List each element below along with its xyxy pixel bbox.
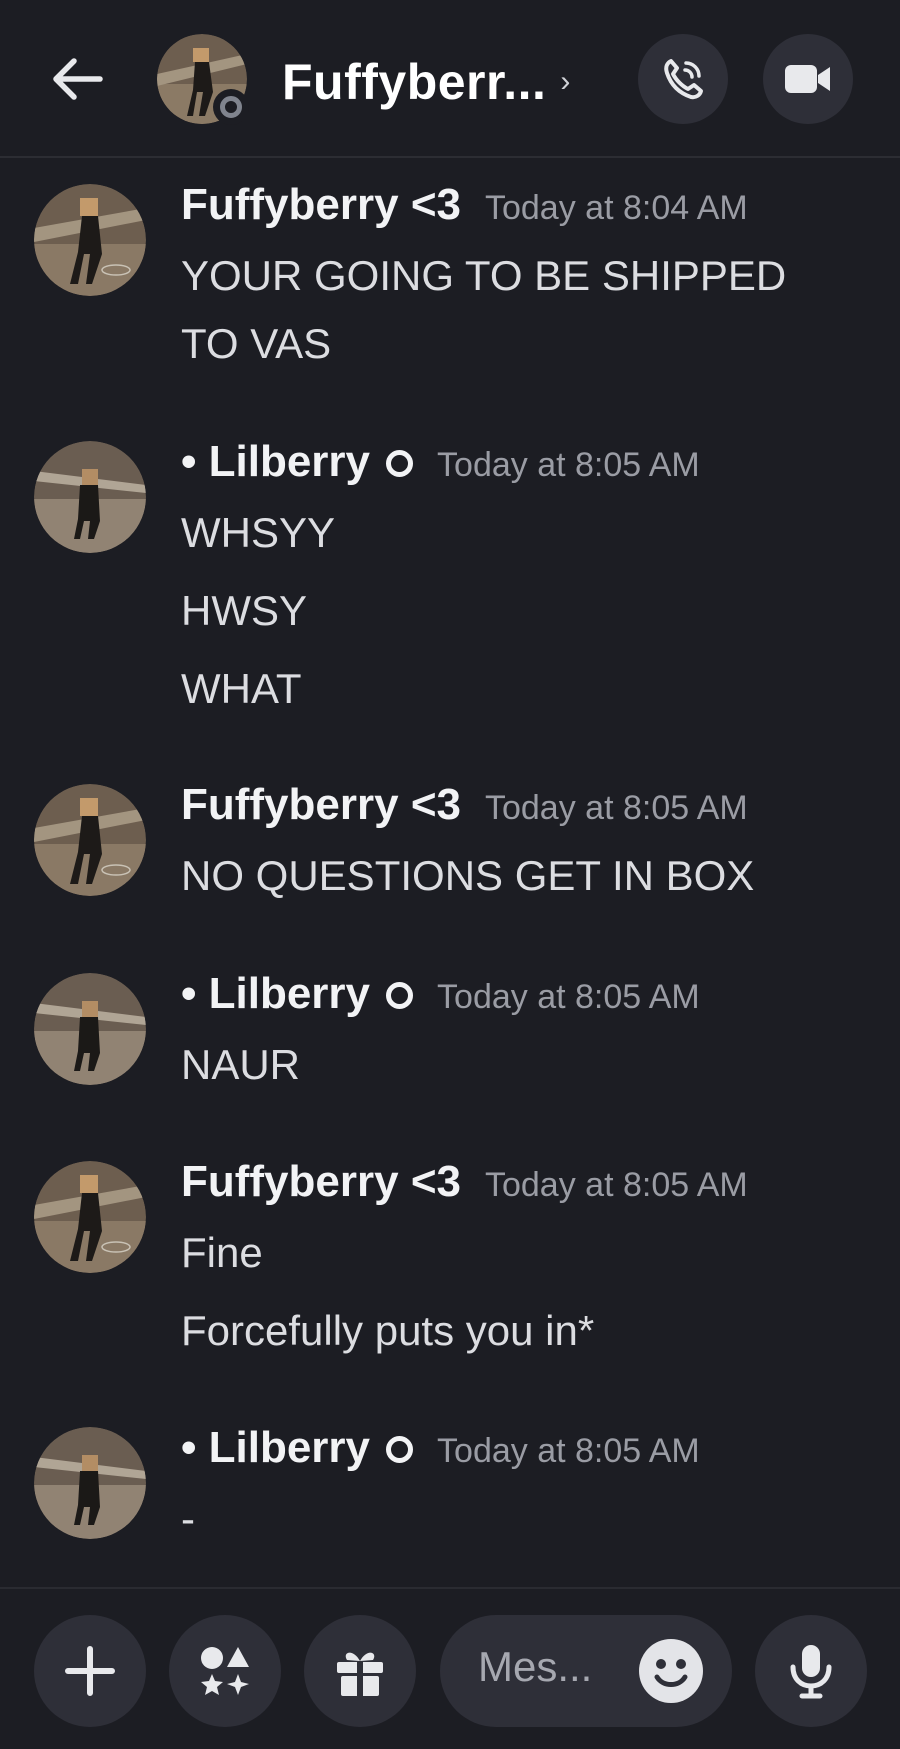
message-text[interactable]: Fine [181, 1229, 263, 1277]
composer-bar: Mes... [0, 1587, 900, 1749]
message-text[interactable]: NO QUESTIONS GET IN BOX [181, 852, 754, 900]
author-name[interactable]: Fuffyberry <3 [181, 780, 461, 830]
message-header: Fuffyberry <3 Today at 8:05 AM [181, 780, 748, 840]
add-attachment-button[interactable] [34, 1615, 146, 1727]
emoji-smile-icon [654, 1659, 688, 1687]
message-text[interactable]: HWSY [181, 587, 307, 635]
plus-icon [65, 1646, 115, 1696]
channel-title: Fuffyberr... [282, 54, 547, 110]
message-timestamp: Today at 8:05 AM [484, 1166, 748, 1204]
author-name[interactable]: Fuffyberry <3 [181, 180, 461, 230]
video-call-button[interactable] [763, 34, 853, 124]
chevron-right-icon: › [560, 65, 571, 98]
gift-icon [337, 1652, 383, 1696]
author-name[interactable]: • Lilberry [181, 437, 370, 487]
apps-button[interactable] [169, 1615, 281, 1727]
ring-icon [386, 1436, 414, 1463]
message-timestamp: Today at 8:05 AM [484, 789, 748, 827]
message-text[interactable]: TO VAS [181, 320, 331, 368]
message-timestamp: Today at 8:05 AM [437, 978, 700, 1016]
avatar-lilberry[interactable] [34, 441, 146, 553]
message-header: • Lilberry Today at 8:05 AM [181, 437, 700, 497]
voice-message-button[interactable] [755, 1615, 867, 1727]
message-input[interactable]: Mes... [440, 1615, 732, 1727]
message-header: Fuffyberry <3 Today at 8:05 AM [181, 1157, 748, 1217]
message-input-placeholder: Mes... [478, 1643, 593, 1690]
phone-call-icon [664, 59, 703, 100]
ring-icon [386, 982, 414, 1009]
message-header: Fuffyberry <3 Today at 8:04 AM [181, 180, 748, 240]
emoji-button[interactable] [639, 1639, 703, 1703]
author-name[interactable]: • Lilberry [181, 969, 370, 1019]
arrow-left-icon [53, 58, 103, 100]
apps-shapes-icon [201, 1647, 249, 1695]
message-text[interactable]: - [181, 1495, 195, 1543]
author-name[interactable]: Fuffyberry <3 [181, 1157, 461, 1207]
avatar-fuffyberry[interactable] [34, 784, 146, 896]
avatar-lilberry[interactable] [34, 973, 146, 1085]
ring-icon [386, 450, 414, 477]
message-timestamp: Today at 8:05 AM [437, 1432, 700, 1470]
voice-call-button[interactable] [638, 34, 728, 124]
back-button[interactable] [46, 48, 108, 110]
avatar-fuffyberry[interactable] [34, 1161, 146, 1273]
message-text[interactable]: YOUR GOING TO BE SHIPPED [181, 252, 786, 300]
message-text[interactable]: WHAT [181, 665, 302, 713]
author-name[interactable]: • Lilberry [181, 1423, 370, 1473]
message-timestamp: Today at 8:04 AM [484, 189, 748, 227]
message-text[interactable]: NAUR [181, 1041, 300, 1089]
message-header: • Lilberry Today at 8:05 AM [181, 1423, 700, 1483]
microphone-icon [790, 1645, 832, 1699]
video-camera-icon [785, 65, 830, 93]
chat-header: Fuffyberr... › [0, 0, 900, 158]
gift-button[interactable] [304, 1615, 416, 1727]
message-timestamp: Today at 8:05 AM [437, 446, 700, 484]
message-text[interactable]: Forcefully puts you in* [181, 1307, 594, 1355]
status-indicator [213, 89, 249, 125]
message-text[interactable]: WHSYY [181, 509, 335, 557]
message-header: • Lilberry Today at 8:05 AM [181, 969, 700, 1029]
channel-title-button[interactable]: Fuffyberr... › [282, 52, 570, 112]
avatar-fuffyberry[interactable] [34, 184, 146, 296]
avatar-lilberry[interactable] [34, 1427, 146, 1539]
